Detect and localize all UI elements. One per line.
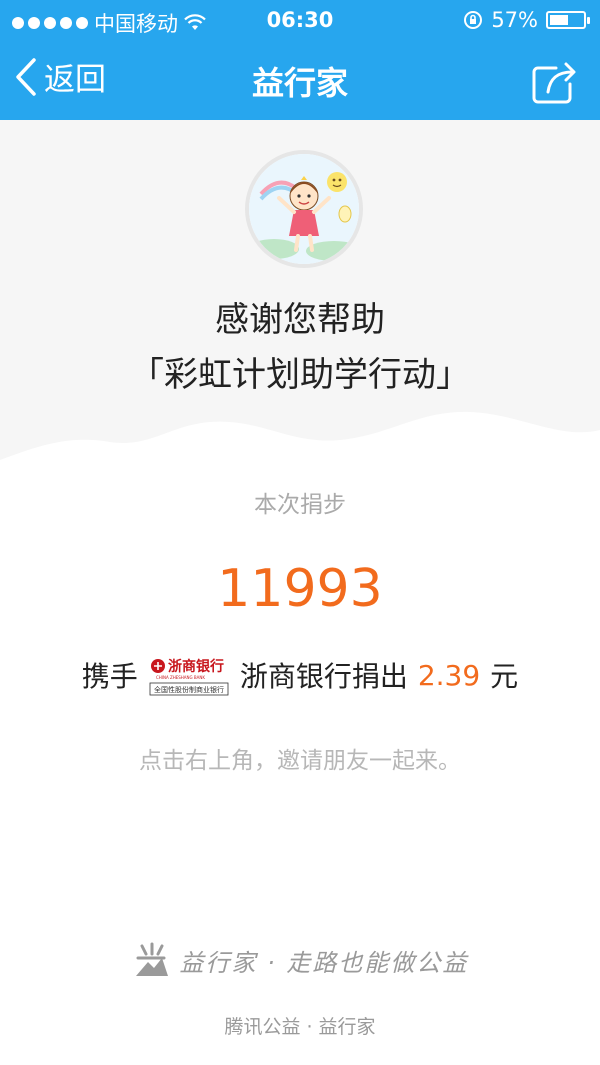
footer-credit: 腾讯公益 · 益行家 — [224, 1016, 376, 1038]
battery-percent: 57% — [491, 8, 538, 32]
svg-text:CHINA ZHESHANG BANK: CHINA ZHESHANG BANK — [156, 675, 205, 680]
invite-hint: 点击右上角，邀请朋友一起来。 — [139, 748, 461, 774]
status-bar: 中国移动 06:30 57% — [0, 0, 600, 40]
top-bar: 中国移动 06:30 57% 返回 益行家 — [0, 0, 600, 120]
donation-amount: 2.39 — [417, 658, 481, 692]
share-icon[interactable] — [526, 54, 582, 110]
page-title: 益行家 — [251, 64, 348, 102]
steps-count: 11993 — [217, 559, 383, 619]
donation-unit: 元 — [490, 660, 519, 693]
mountains-decoration — [0, 411, 600, 480]
bank-logo-subtitle: 全国性股份制商业银行 — [154, 685, 224, 694]
footer-slogan-text: 益行家 · 走路也能做公益 — [179, 948, 469, 977]
status-right: 57% — [463, 8, 590, 32]
donation-prefix: 携手 — [81, 660, 138, 693]
bank-logo-text: 浙商银行 — [168, 658, 224, 675]
footer-slogan: 益行家 · 走路也能做公益 — [0, 940, 600, 980]
steps-label: 本次捐步 — [254, 492, 346, 518]
avatar — [245, 150, 363, 268]
project-name: 「彩虹计划助学行动」 — [130, 355, 470, 395]
donation-section: 本次捐步 11993 携手 浙商银行 CHINA ZHESHANG BANK 全… — [0, 480, 600, 775]
bank-logo-icon: 浙商银行 CHINA ZHESHANG BANK 全国性股份制商业银行 — [149, 658, 229, 696]
sponsor-text: 浙商银行捐出 — [239, 660, 408, 693]
battery-icon — [546, 11, 590, 29]
hero-section: 感谢您帮助 「彩虹计划助学行动」 — [0, 120, 600, 480]
rotation-lock-icon — [464, 11, 483, 29]
avatar-illustration — [249, 154, 359, 264]
thanks-message: 感谢您帮助 「彩虹计划助学行动」 — [0, 296, 600, 400]
thanks-line: 感谢您帮助 — [215, 300, 385, 340]
navigation-bar: 返回 益行家 — [0, 40, 600, 120]
battery-fill — [550, 15, 569, 25]
donation-line: 携手 浙商银行 CHINA ZHESHANG BANK 全国性股份制商业银行 浙… — [0, 651, 600, 699]
yixingjia-logo-icon — [135, 942, 168, 976]
